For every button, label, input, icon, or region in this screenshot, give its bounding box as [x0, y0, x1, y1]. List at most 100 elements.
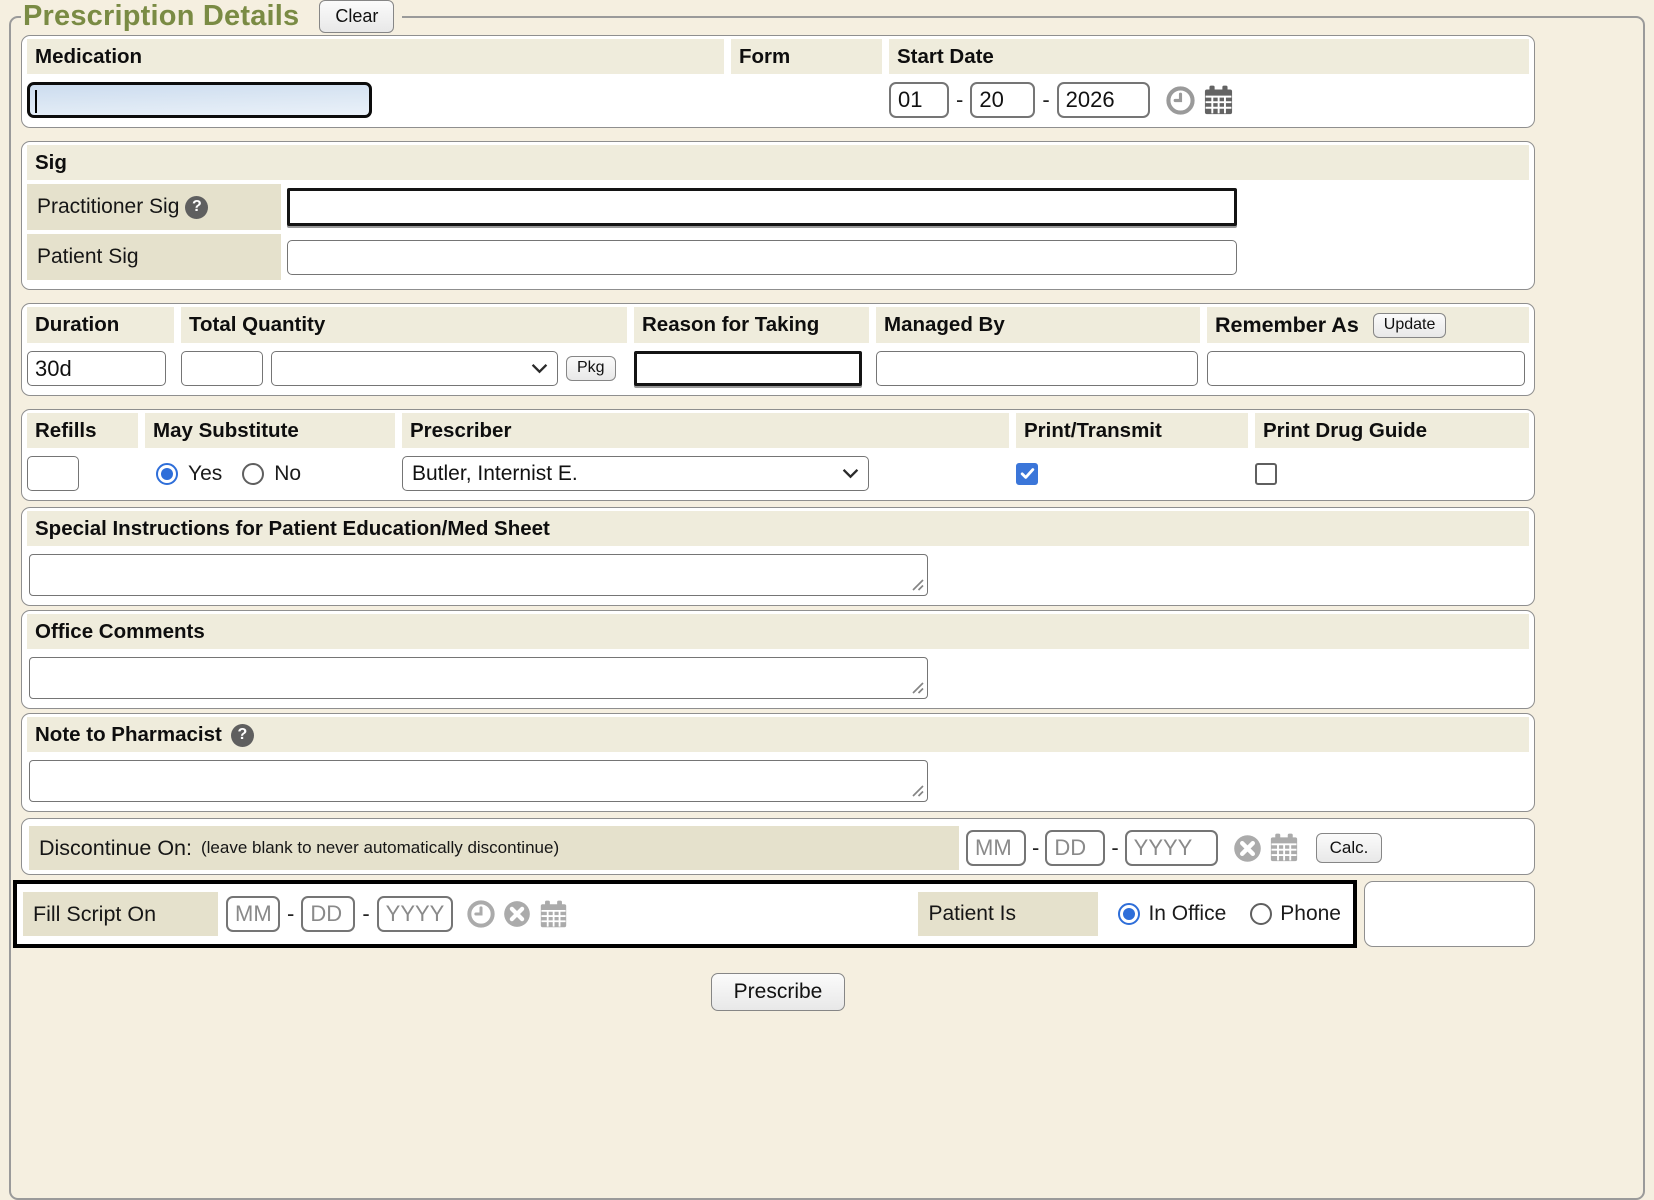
discontinue-section: Discontinue On: (leave blank to never au… — [21, 818, 1535, 875]
refills-section: Refills May Substitute Prescriber Print/… — [21, 409, 1535, 501]
print-drug-guide-cell — [1255, 463, 1529, 485]
prescribe-button[interactable]: Prescribe — [711, 973, 846, 1011]
remember-as-column-header: Remember As Update — [1207, 307, 1529, 343]
clear-date-icon[interactable] — [1233, 834, 1262, 863]
discontinue-label: Discontinue On: (leave blank to never au… — [29, 826, 959, 870]
duration-body-row: Pkg — [27, 351, 1529, 386]
fill-day-input[interactable] — [301, 896, 355, 932]
print-transmit-column-header: Print/Transmit — [1016, 413, 1248, 448]
managed-by-input[interactable] — [876, 351, 1198, 386]
start-date-cell: - - — [889, 82, 1529, 118]
print-drug-guide-column-header: Print Drug Guide — [1255, 413, 1529, 448]
start-year-input[interactable] — [1057, 82, 1150, 118]
resize-grip-icon[interactable] — [911, 578, 924, 591]
special-instructions-header: Special Instructions for Patient Educati… — [27, 511, 1529, 546]
note-to-pharmacist-textarea[interactable] — [29, 760, 928, 802]
package-select[interactable] — [271, 351, 558, 386]
chevron-down-icon — [531, 363, 548, 374]
discontinue-day-input[interactable] — [1045, 830, 1105, 866]
start-day-input[interactable] — [970, 82, 1035, 118]
special-instructions-section: Special Instructions for Patient Educati… — [21, 507, 1535, 606]
time-picker-icon[interactable] — [1166, 86, 1195, 115]
patient-sig-label: Patient Sig — [27, 234, 281, 280]
office-comments-section: Office Comments — [21, 610, 1535, 709]
fill-script-label: Fill Script On — [23, 892, 218, 936]
office-comments-wrap — [29, 657, 928, 699]
office-comments-header-row: Office Comments — [27, 614, 1529, 649]
duration-column-header: Duration — [27, 307, 174, 343]
practitioner-sig-label: Practitioner Sig ? — [27, 184, 281, 230]
prescriber-column-header: Prescriber — [402, 413, 1009, 448]
substitute-no-label: No — [274, 462, 301, 486]
phone-label: Phone — [1280, 902, 1341, 926]
phone-radio[interactable] — [1250, 903, 1272, 925]
note-to-pharmacist-header: Note to Pharmacist ? — [27, 717, 1529, 752]
date-separator: - — [1042, 87, 1049, 113]
fill-script-right-panel — [1364, 881, 1535, 947]
clear-button[interactable]: Clear — [319, 0, 394, 33]
office-comments-textarea[interactable] — [29, 657, 928, 699]
duration-section: Duration Total Quantity Reason for Takin… — [21, 303, 1535, 396]
form-sections: Medication Form Start Date - - — [21, 35, 1535, 1011]
in-office-radio[interactable] — [1118, 903, 1140, 925]
medication-input[interactable] — [27, 82, 372, 118]
sig-header: Sig — [27, 145, 1529, 180]
substitute-no-radio[interactable] — [242, 463, 264, 485]
managed-by-column-header: Managed By — [876, 307, 1200, 343]
date-separator: - — [1032, 835, 1039, 861]
refills-column-header: Refills — [27, 413, 138, 448]
text-caret — [35, 90, 37, 113]
patient-sig-row: Patient Sig — [27, 234, 1529, 280]
date-separator: - — [956, 87, 963, 113]
update-button[interactable]: Update — [1373, 313, 1447, 337]
reason-cell — [634, 351, 869, 386]
refills-body-row: Yes No Butler, Internist E. — [27, 456, 1529, 491]
duration-input[interactable] — [27, 351, 166, 386]
substitute-yes-label: Yes — [188, 462, 222, 486]
calc-button[interactable]: Calc. — [1316, 833, 1383, 863]
medication-header-row: Medication Form Start Date — [27, 39, 1529, 74]
date-separator: - — [287, 901, 294, 927]
print-transmit-checkbox[interactable] — [1016, 463, 1038, 485]
practitioner-sig-input[interactable] — [287, 188, 1237, 226]
start-month-input[interactable] — [889, 82, 949, 118]
note-to-pharmacist-section: Note to Pharmacist ? — [21, 713, 1535, 812]
patient-sig-input[interactable] — [287, 240, 1237, 275]
calendar-icon[interactable] — [539, 900, 568, 929]
discontinue-month-input[interactable] — [966, 830, 1026, 866]
discontinue-year-input[interactable] — [1125, 830, 1218, 866]
total-quantity-input[interactable] — [181, 351, 263, 386]
substitute-yes-radio[interactable] — [156, 463, 178, 485]
calendar-icon[interactable] — [1203, 85, 1234, 116]
special-instructions-wrap — [29, 554, 928, 596]
resize-grip-icon[interactable] — [911, 784, 924, 797]
help-icon[interactable]: ? — [185, 196, 208, 219]
discontinue-row: Discontinue On: (leave blank to never au… — [27, 822, 1529, 870]
office-comments-header: Office Comments — [27, 614, 1529, 649]
medication-body-row: - - — [27, 82, 1529, 118]
pkg-button[interactable]: Pkg — [566, 356, 616, 380]
patient-is-label: Patient Is — [918, 892, 1098, 936]
resize-grip-icon[interactable] — [911, 681, 924, 694]
clear-date-icon[interactable] — [503, 900, 531, 928]
refills-header-row: Refills May Substitute Prescriber Print/… — [27, 413, 1529, 448]
prescriber-select[interactable]: Butler, Internist E. — [402, 456, 869, 491]
in-office-label: In Office — [1148, 902, 1226, 926]
calendar-icon[interactable] — [1269, 833, 1299, 863]
page-title: Prescription Details — [23, 0, 299, 33]
fill-month-input[interactable] — [226, 896, 280, 932]
print-drug-guide-checkbox[interactable] — [1255, 463, 1277, 485]
remember-as-input[interactable] — [1207, 351, 1525, 386]
sig-header-row: Sig — [27, 145, 1529, 180]
reason-for-taking-input[interactable] — [634, 351, 862, 386]
help-icon[interactable]: ? — [231, 724, 254, 747]
refills-input[interactable] — [27, 456, 79, 491]
prescribe-row: Prescribe — [21, 973, 1535, 1011]
refills-cell — [27, 456, 138, 491]
fill-year-input[interactable] — [377, 896, 453, 932]
start-date-column-header: Start Date — [889, 39, 1529, 74]
total-quantity-cell: Pkg — [181, 351, 627, 386]
special-instructions-textarea[interactable] — [29, 554, 928, 596]
sig-section: Sig Practitioner Sig ? Patient Sig — [21, 141, 1535, 290]
time-picker-icon[interactable] — [467, 900, 495, 928]
